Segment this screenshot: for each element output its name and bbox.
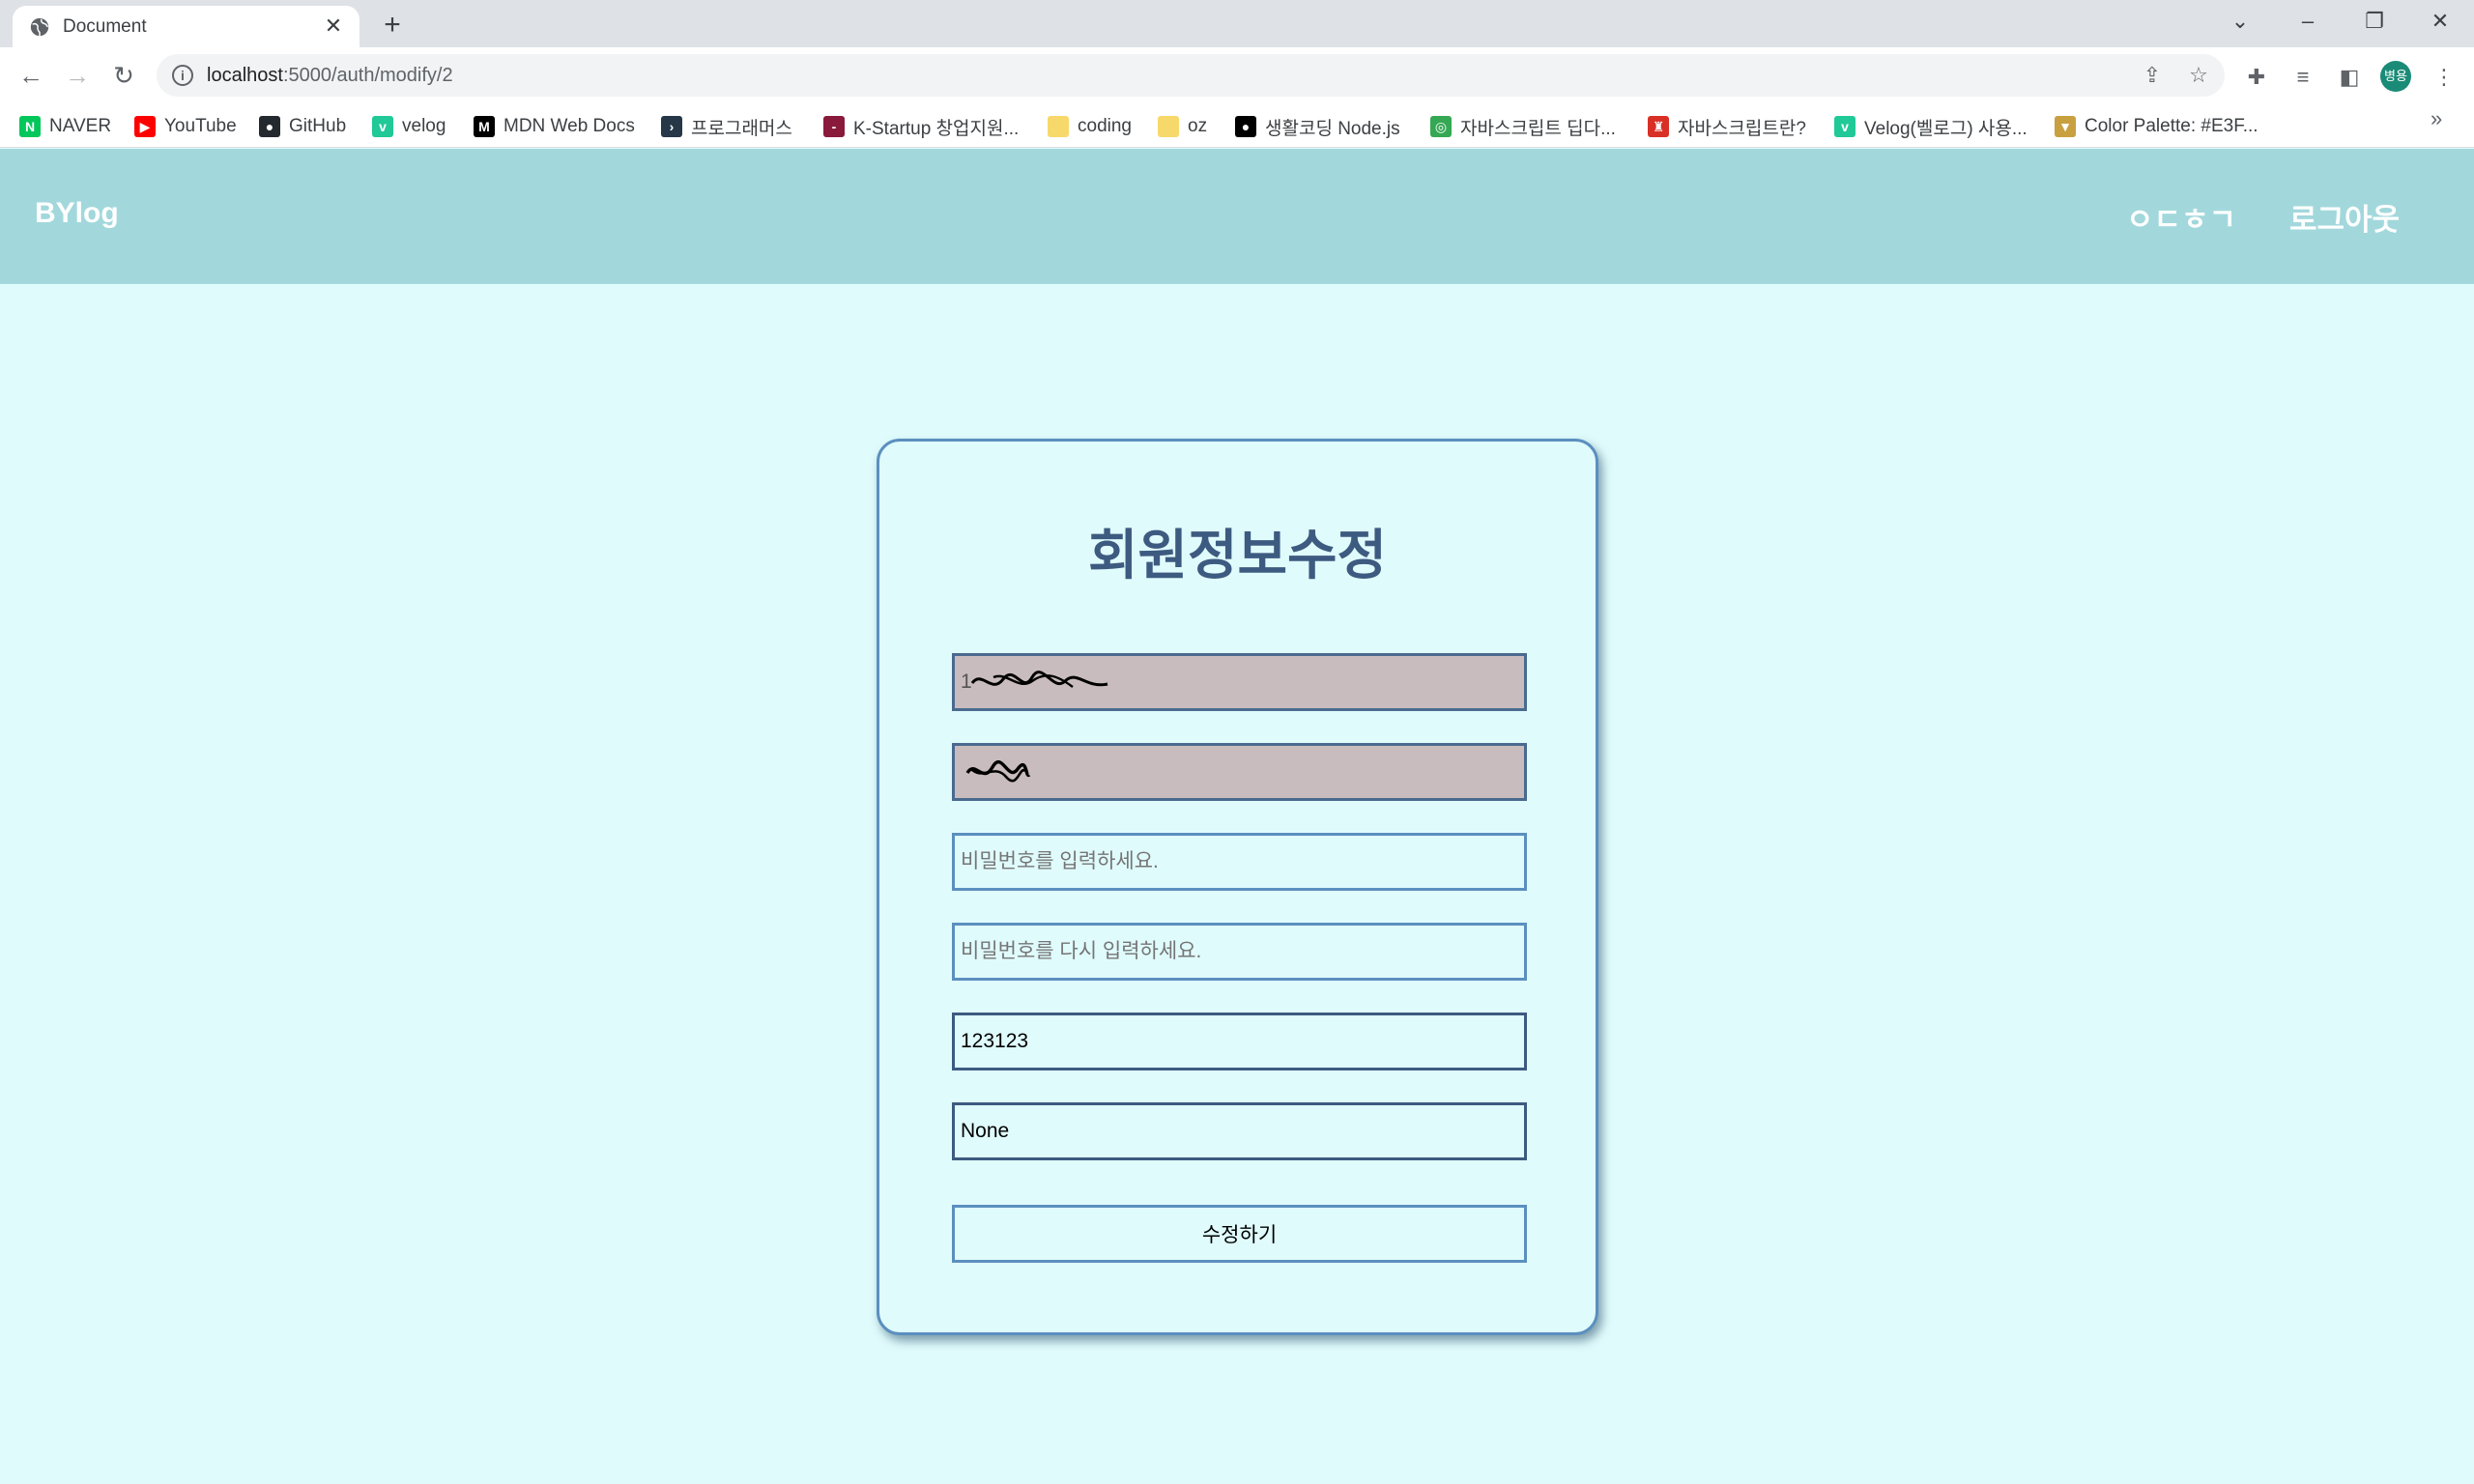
bookmark-label: MDN Web Docs <box>503 116 635 136</box>
extra-info-input[interactable] <box>952 1102 1527 1160</box>
restore-icon[interactable]: ❐ <box>2355 4 2394 39</box>
bookmark-item[interactable]: v velog <box>372 114 446 139</box>
bookmark-item[interactable]: oz <box>1158 114 1207 139</box>
forward-icon[interactable]: → <box>60 58 95 93</box>
bookmark-label: 자바스크립트란? <box>1678 118 1806 139</box>
bookmark-item[interactable]: - K-Startup 창업지원... <box>823 114 1019 139</box>
bookmark-item[interactable]: ♜ 자바스크립트란? <box>1648 114 1806 139</box>
url-text[interactable]: localhost:5000/auth/modify/2 <box>207 65 453 87</box>
bookmark-item[interactable]: ◎ 자바스크립트 딥다... <box>1430 114 1616 139</box>
page-title: 회원정보수정 <box>1087 525 1388 585</box>
folder-icon <box>1048 116 1069 137</box>
mdn-icon: M <box>474 116 495 137</box>
bookmark-label: K-Startup 창업지원... <box>853 118 1020 139</box>
youtube-icon: ▶ <box>134 116 156 137</box>
close-tab-icon[interactable]: ✕ <box>321 14 346 39</box>
folder-icon <box>1158 116 1179 137</box>
velog-icon: v <box>1834 116 1856 137</box>
site-logo[interactable]: BYlog <box>35 197 119 230</box>
bookmark-item[interactable]: N NAVER <box>19 114 111 139</box>
tower-icon: ♜ <box>1648 116 1669 137</box>
extensions-icon[interactable]: ✚ <box>2242 63 2271 92</box>
bookmark-label: 자바스크립트 딥다... <box>1460 118 1616 139</box>
bookmark-item[interactable]: coding <box>1048 114 1132 139</box>
github-icon: ● <box>259 116 280 137</box>
naver-icon: N <box>19 116 41 137</box>
browser-toolbar: ← → ↻ i localhost:5000/auth/modify/2 ⇪ ☆… <box>0 47 2474 103</box>
share-icon[interactable]: ⇪ <box>2140 63 2165 88</box>
more-menu-icon[interactable]: ⋮ <box>2430 63 2459 92</box>
bookmarks-bar: N NAVER ▶ YouTube ● GitHub v velog M MDN Web Docs… <box>0 103 2474 148</box>
bookmark-item[interactable]: ▶ YouTube <box>134 114 237 139</box>
bookmark-label: oz <box>1188 116 1208 136</box>
site-info-icon[interactable]: i <box>172 65 193 86</box>
opentutorials-icon: ● <box>1235 116 1256 137</box>
address-bar[interactable]: i localhost:5000/auth/modify/2 ⇪ ☆ <box>157 54 2225 97</box>
bookmark-label: coding <box>1078 116 1132 136</box>
kstartup-icon: - <box>823 116 845 137</box>
tab-search-icon[interactable]: ⌄ <box>2221 4 2259 39</box>
cup-icon: ▼ <box>2055 116 2076 137</box>
tab-strip: Document ✕ + ⌄ – ❐ ✕ <box>0 0 2474 47</box>
window-close-icon[interactable]: ✕ <box>2421 4 2460 39</box>
site-icon: ◎ <box>1430 116 1452 137</box>
bookmark-item[interactable]: › 프로그래머스 <box>661 114 792 139</box>
tab-title: Document <box>63 16 147 37</box>
media-controls-icon[interactable]: ≡ <box>2288 63 2317 92</box>
bookmark-label: Velog(벨로그) 사용... <box>1864 118 2028 139</box>
bookmark-label: GitHub <box>289 116 347 136</box>
reload-icon[interactable]: ↻ <box>106 58 141 93</box>
bookmark-item[interactable]: ● GitHub <box>259 114 346 139</box>
bookmark-item[interactable]: v Velog(벨로그) 사용... <box>1834 114 2028 139</box>
back-icon[interactable]: ← <box>14 58 48 93</box>
nav-logout-link[interactable]: 로그아웃 <box>2289 195 2400 239</box>
bookmark-label: NAVER <box>49 116 112 136</box>
bookmark-label: YouTube <box>164 116 237 136</box>
nickname-field[interactable] <box>952 743 1527 801</box>
browser-tab[interactable]: Document ✕ <box>13 6 360 47</box>
bookmark-item[interactable]: ● 생활코딩 Node.js <box>1235 114 1400 139</box>
bookmark-item[interactable]: ▼ Color Palette: #E3F... <box>2055 114 2258 139</box>
programmers-icon: › <box>661 116 682 137</box>
globe-icon <box>30 17 49 37</box>
profile-avatar[interactable]: 병용 <box>2380 61 2411 92</box>
bookmarks-overflow-icon[interactable]: » <box>2431 106 2442 131</box>
profile-edit-card: 회원정보수정 수정하기 <box>877 439 1598 1335</box>
password-confirm-input[interactable] <box>952 923 1527 981</box>
password-input[interactable] <box>952 833 1527 891</box>
bookmark-star-icon[interactable]: ☆ <box>2186 63 2211 88</box>
bookmark-item[interactable]: M MDN Web Docs <box>474 114 635 139</box>
submit-edit-button[interactable]: 수정하기 <box>952 1205 1527 1263</box>
new-tab-icon[interactable]: + <box>377 10 408 41</box>
phone-input[interactable] <box>952 1013 1527 1070</box>
bookmark-label: Color Palette: #E3F... <box>2085 116 2258 136</box>
bookmark-label: 프로그래머스 <box>691 118 792 139</box>
minimize-icon[interactable]: – <box>2288 4 2327 39</box>
email-field[interactable] <box>952 653 1527 711</box>
velog-icon: v <box>372 116 393 137</box>
bookmark-label: 생활코딩 Node.js <box>1265 118 1400 139</box>
side-panel-icon[interactable]: ◧ <box>2335 63 2364 92</box>
bookmark-label: velog <box>402 116 446 136</box>
nav-write-link[interactable]: ㅇㄷㅎㄱ <box>2126 195 2236 239</box>
site-header: BYlog ㅇㄷㅎㄱ 로그아웃 <box>0 149 2474 284</box>
